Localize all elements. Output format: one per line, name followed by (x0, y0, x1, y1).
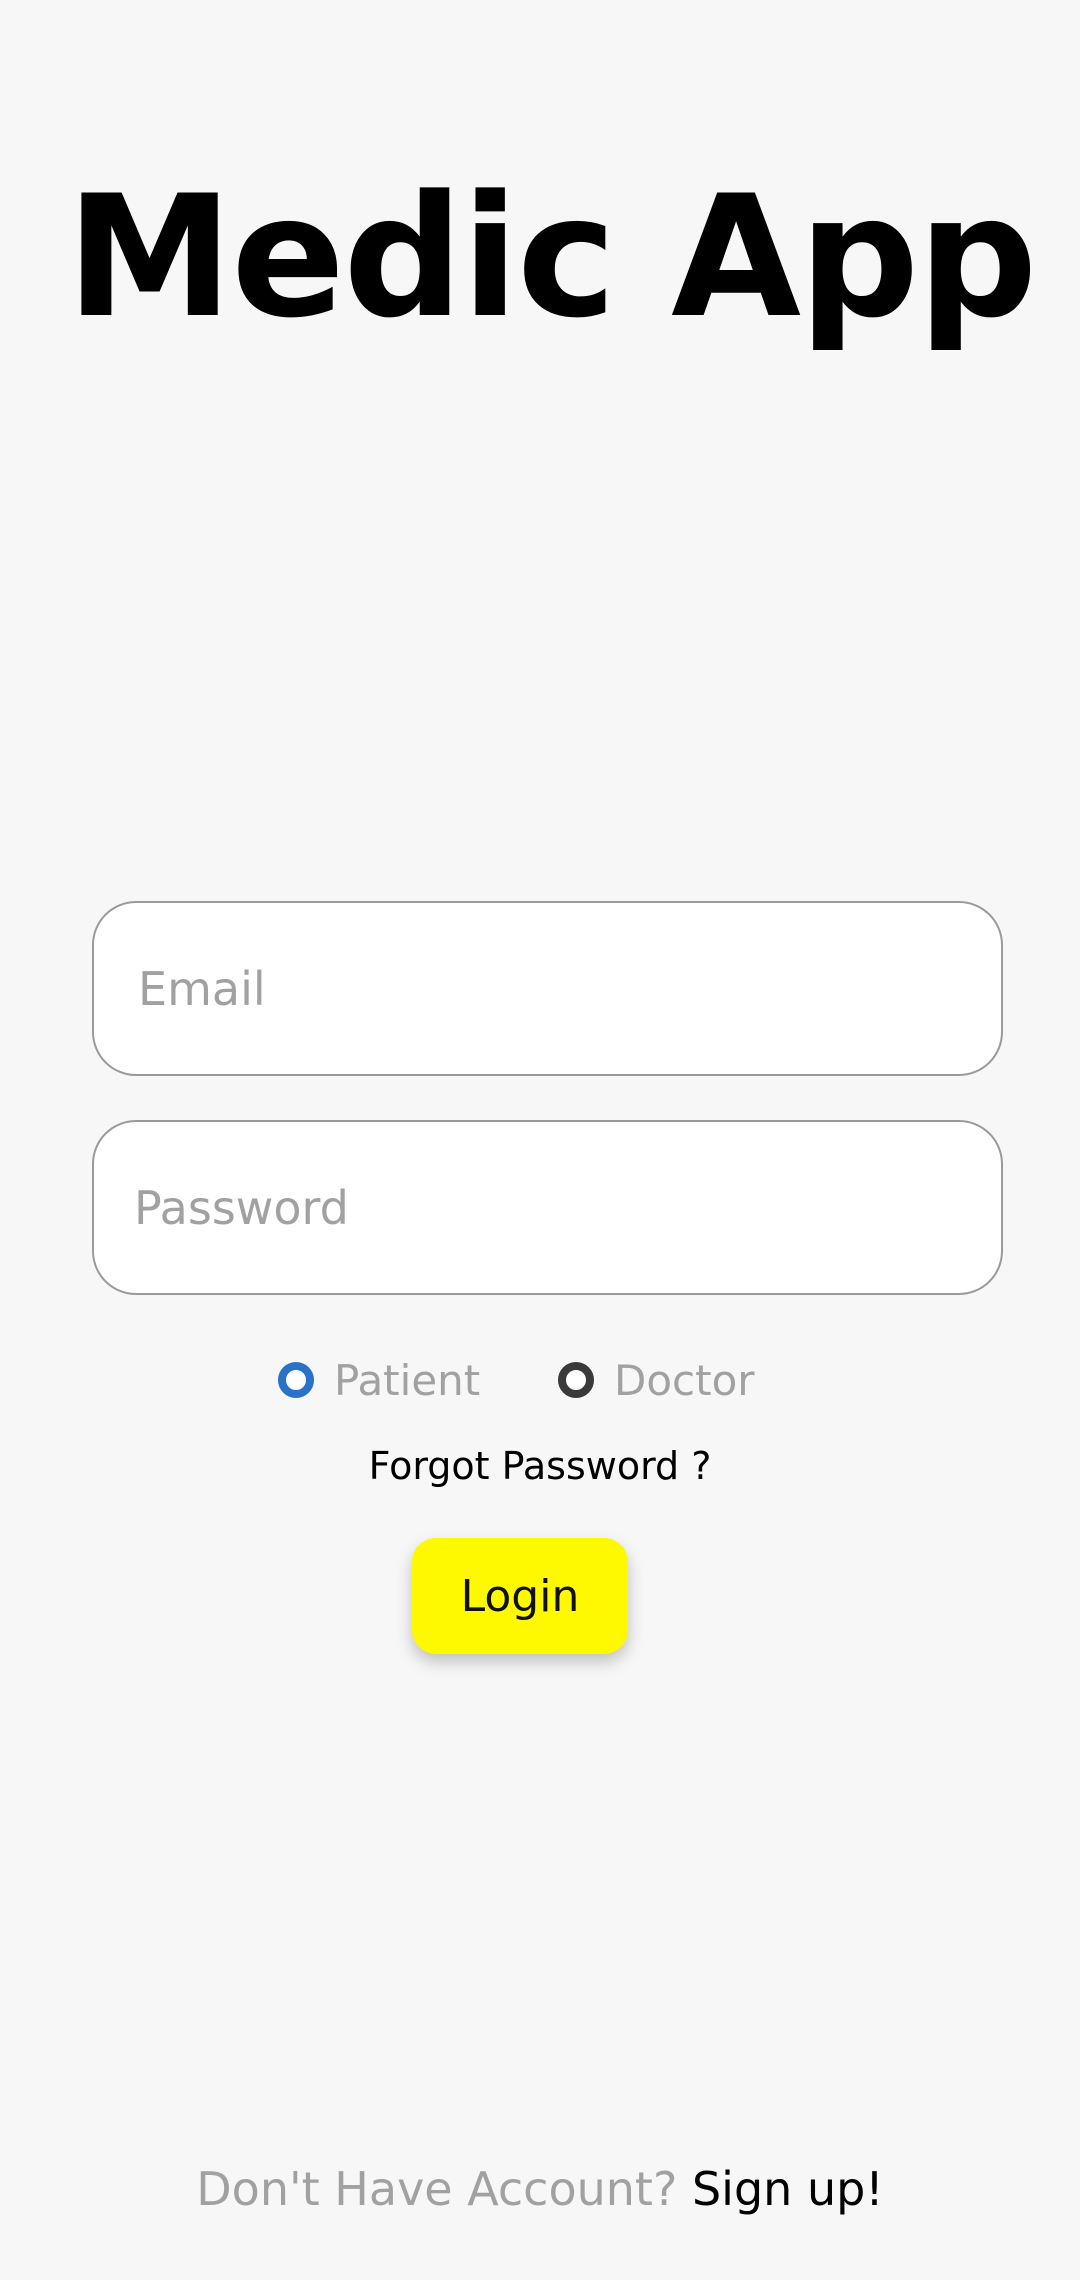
radio-unselected-icon[interactable] (558, 1362, 594, 1398)
password-input[interactable] (92, 1120, 1003, 1295)
signup-link[interactable]: Sign up! (692, 2162, 884, 2216)
email-input[interactable] (92, 901, 1003, 1076)
patient-radio-label: Patient (334, 1355, 481, 1405)
doctor-radio-label: Doctor (614, 1355, 755, 1405)
patient-radio[interactable]: Patient (278, 1345, 480, 1415)
signup-prompt: Don't Have Account? (196, 2162, 678, 2216)
role-radio-group: Patient Doctor (0, 1345, 1080, 1415)
forgot-password-link[interactable]: Forgot Password ? (0, 1444, 1080, 1488)
login-button[interactable]: Login (412, 1538, 628, 1654)
radio-selected-icon[interactable] (278, 1362, 314, 1398)
signup-row: Don't Have Account? Sign up! (0, 2162, 1080, 2216)
doctor-radio[interactable]: Doctor (558, 1345, 755, 1415)
app-title: Medic App (66, 159, 1038, 355)
login-screen: Medic App Patient Doctor Forgot Password… (0, 0, 1080, 2280)
